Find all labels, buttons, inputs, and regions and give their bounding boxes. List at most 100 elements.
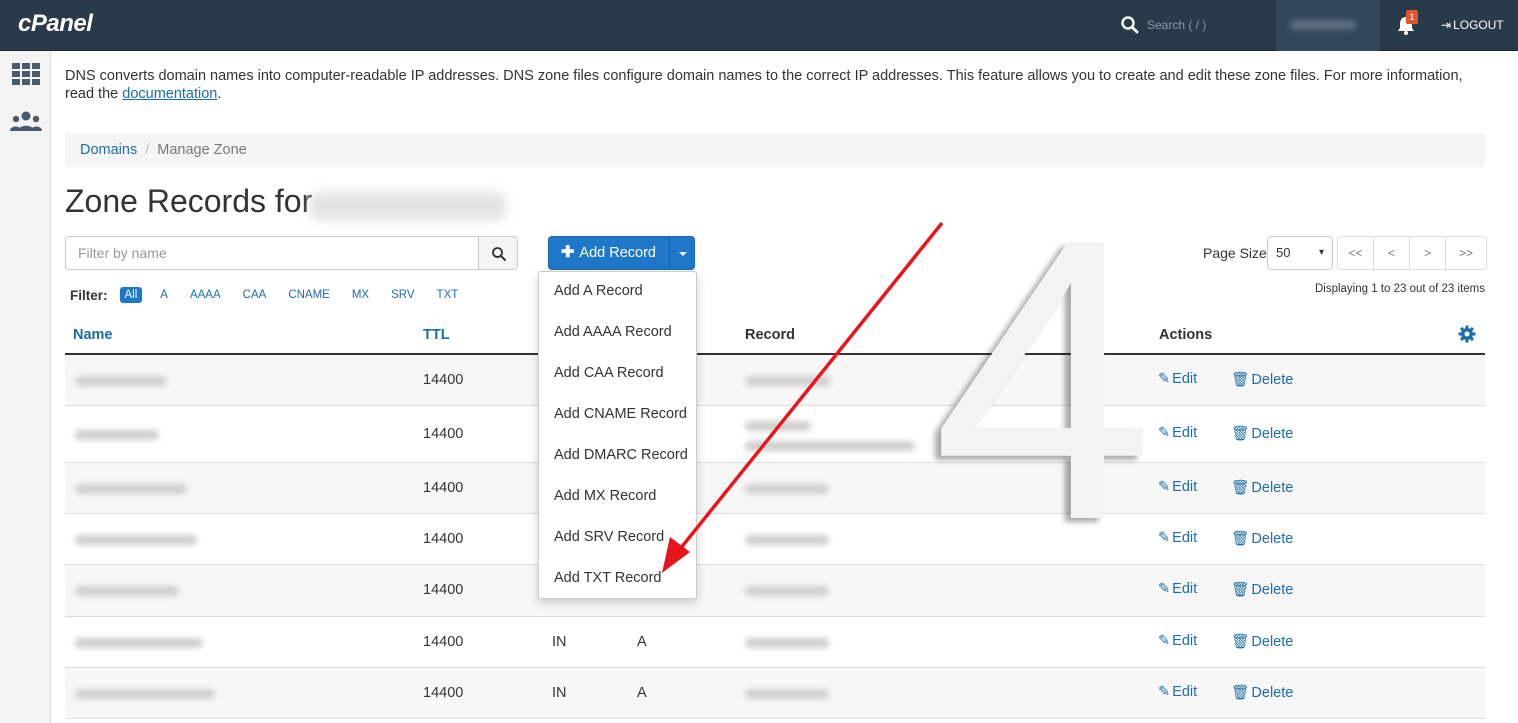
row-ttl: 14400 [423, 582, 464, 598]
pencil-icon: ✎ [1158, 633, 1171, 649]
pencil-icon: ✎ [1158, 684, 1171, 700]
trash-icon: 🗑 [1231, 531, 1250, 547]
filter-chip-srv[interactable]: SRV [391, 289, 414, 301]
record-name-blurred [75, 586, 179, 596]
add-record-label: Add Record [579, 245, 656, 261]
filter-chip-caa[interactable]: CAA [243, 289, 267, 301]
table-row: 14400 ✎ Edit 🗑 Delete [65, 565, 1485, 617]
documentation-link[interactable]: documentation [122, 86, 217, 102]
pencil-icon: ✎ [1158, 425, 1171, 441]
users-icon[interactable] [10, 109, 42, 137]
page-size-select[interactable]: 50 [1267, 236, 1333, 270]
add-record-menu: Add A Record Add AAAA Record Add CAA Rec… [538, 271, 697, 599]
menu-add-mx-record[interactable]: Add MX Record [554, 488, 656, 504]
delete-label: Delete [1251, 426, 1294, 442]
menu-add-a-record[interactable]: Add A Record [554, 283, 643, 299]
filter-by-name-input[interactable] [65, 236, 479, 270]
edit-label: Edit [1172, 371, 1198, 387]
grid-icon[interactable] [10, 61, 42, 89]
edit-button[interactable]: ✎ Edit [1158, 684, 1197, 700]
logout-button[interactable]: ⇥ LOGOUT [1441, 18, 1504, 32]
record-type-filter: Filter: All A AAAA CAA CNAME MX SRV TXT [70, 287, 480, 303]
search-icon [492, 247, 506, 261]
display-count: Displaying 1 to 23 out of 23 items [1314, 283, 1485, 295]
prev-page-button[interactable]: < [1374, 237, 1410, 269]
menu-add-dmarc-record[interactable]: Add DMARC Record [554, 447, 688, 463]
table-row: 14400 ✎ Edit 🗑 Delete [65, 406, 1485, 463]
breadcrumb-current: Manage Zone [157, 142, 247, 158]
domain-name-blurred [310, 192, 506, 220]
notification-badge: 1 [1406, 10, 1418, 24]
user-menu[interactable] [1276, 0, 1380, 51]
filter-chip-aaaa[interactable]: AAAA [190, 289, 221, 301]
global-search[interactable]: Search ( / ) [1110, 0, 1275, 51]
column-header-name[interactable]: Name [73, 327, 113, 343]
delete-label: Delete [1251, 685, 1294, 701]
menu-add-caa-record[interactable]: Add CAA Record [554, 365, 664, 381]
add-record-button[interactable]: ✚ Add Record [548, 236, 670, 270]
edit-label: Edit [1172, 633, 1198, 649]
record-value-blurred [745, 586, 829, 596]
delete-button[interactable]: 🗑 Delete [1231, 530, 1293, 547]
row-class: IN [552, 634, 567, 650]
edit-button[interactable]: ✎ Edit [1158, 479, 1197, 495]
edit-label: Edit [1172, 425, 1198, 441]
record-name-blurred [75, 689, 215, 699]
menu-add-aaaa-record[interactable]: Add AAAA Record [554, 324, 672, 340]
record-name-blurred [75, 484, 187, 494]
menu-add-cname-record[interactable]: Add CNAME Record [554, 406, 687, 422]
record-value-blurred [745, 441, 915, 451]
last-page-button[interactable]: >> [1446, 237, 1486, 269]
add-record-dropdown-toggle[interactable] [669, 236, 695, 270]
logout-label: LOGOUT [1453, 18, 1504, 32]
edit-button[interactable]: ✎ Edit [1158, 530, 1197, 546]
filter-search-button[interactable] [478, 236, 518, 270]
table-row: 14400 ✎ Edit 🗑 Delete [65, 355, 1485, 406]
delete-button[interactable]: 🗑 Delete [1231, 633, 1293, 650]
filter-chip-txt[interactable]: TXT [437, 289, 459, 301]
filter-chip-cname[interactable]: CNAME [288, 289, 330, 301]
page-title: Zone Records for [65, 183, 313, 219]
delete-button[interactable]: 🗑 Delete [1231, 479, 1293, 496]
delete-button[interactable]: 🗑 Delete [1231, 581, 1293, 598]
delete-label: Delete [1251, 531, 1294, 547]
edit-button[interactable]: ✎ Edit [1158, 425, 1197, 441]
delete-button[interactable]: 🗑 Delete [1231, 425, 1293, 442]
trash-icon: 🗑 [1231, 634, 1250, 650]
first-page-button[interactable]: << [1338, 237, 1374, 269]
column-header-ttl[interactable]: TTL [423, 327, 450, 343]
filter-chip-all[interactable]: All [119, 287, 143, 303]
column-header-record: Record [745, 327, 795, 343]
menu-add-txt-record[interactable]: Add TXT Record [554, 570, 661, 586]
breadcrumb-domains[interactable]: Domains [80, 142, 137, 158]
delete-button[interactable]: 🗑 Delete [1231, 371, 1293, 388]
trash-icon: 🗑 [1231, 480, 1250, 496]
cpanel-logo[interactable]: cPanel [18, 10, 93, 38]
trash-icon: 🗑 [1231, 372, 1250, 388]
table-row: 14400 ✎ Edit 🗑 Delete [65, 463, 1485, 514]
breadcrumb: Domains / Manage Zone [65, 133, 1485, 167]
edit-button[interactable]: ✎ Edit [1158, 371, 1197, 387]
filter-chip-mx[interactable]: MX [352, 289, 369, 301]
table-row: 14400 IN A ✎ Edit 🗑 Delete [65, 668, 1485, 719]
record-name-blurred [75, 376, 167, 386]
row-type: A [637, 685, 647, 701]
record-name-blurred [75, 638, 203, 648]
trash-icon: 🗑 [1231, 685, 1250, 701]
edit-button[interactable]: ✎ Edit [1158, 581, 1197, 597]
filter-chip-a[interactable]: A [160, 289, 168, 301]
delete-label: Delete [1251, 372, 1294, 388]
column-header-actions: Actions [1159, 327, 1213, 343]
delete-button[interactable]: 🗑 Delete [1231, 684, 1293, 701]
left-sidebar [0, 51, 51, 723]
gear-icon[interactable] [1458, 325, 1476, 343]
search-placeholder: Search ( / ) [1147, 18, 1207, 32]
trash-icon: 🗑 [1231, 426, 1250, 442]
description-text: DNS converts domain names into computer-… [65, 68, 1463, 102]
edit-button[interactable]: ✎ Edit [1158, 633, 1197, 649]
menu-add-srv-record[interactable]: Add SRV Record [554, 529, 664, 545]
record-value-blurred [745, 376, 831, 386]
next-page-button[interactable]: > [1410, 237, 1446, 269]
edit-label: Edit [1172, 530, 1198, 546]
row-ttl: 14400 [423, 634, 464, 650]
